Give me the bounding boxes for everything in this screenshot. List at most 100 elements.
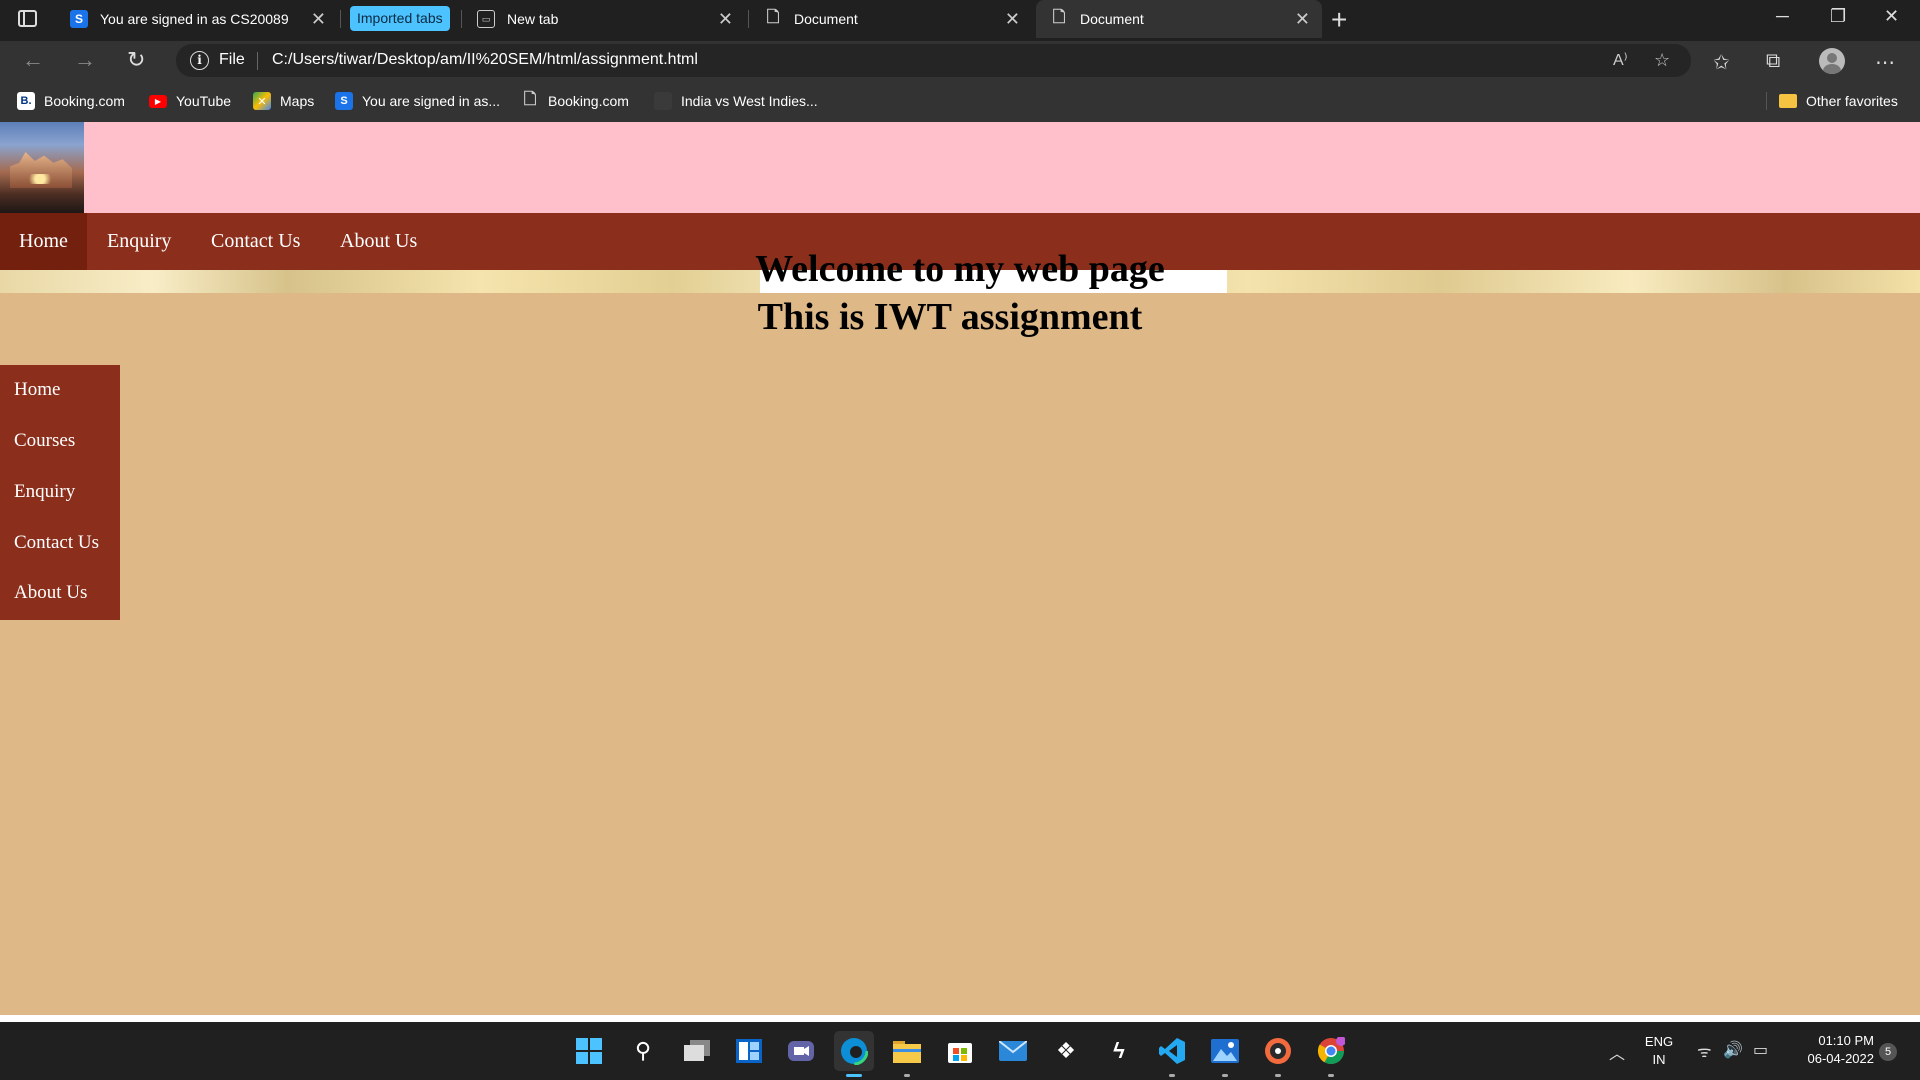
- more-menu-icon[interactable]: ⋯: [1875, 50, 1895, 75]
- other-favorites[interactable]: Other favorites: [1779, 91, 1898, 111]
- mail-icon[interactable]: [998, 1036, 1028, 1066]
- favorite-label: Maps: [280, 93, 315, 109]
- vscode-icon[interactable]: [1157, 1036, 1187, 1066]
- favorite-booking[interactable]: B. Booking.com: [17, 91, 125, 111]
- assignment-heading: This is IWT assignment: [757, 296, 1143, 338]
- close-icon[interactable]: ✕: [1295, 9, 1310, 29]
- top-nav-enquiry[interactable]: Enquiry: [88, 213, 190, 270]
- folder-icon: [1779, 94, 1797, 108]
- region-code: IN: [1652, 1052, 1666, 1067]
- url-separator: [257, 52, 258, 70]
- s-logo-icon: S: [335, 92, 353, 110]
- battery-icon[interactable]: ▭: [1753, 1040, 1768, 1060]
- close-icon[interactable]: ✕: [311, 9, 326, 29]
- tab-strip: S You are signed in as CS20089 ✕ Importe…: [0, 0, 1920, 41]
- address-toolbar: ← → ↻ i File C:/Users/tiwar/Desktop/am/I…: [0, 41, 1920, 80]
- top-nav-about-us[interactable]: About Us: [321, 213, 436, 270]
- edge-browser-icon[interactable]: [834, 1031, 874, 1071]
- side-nav-courses[interactable]: Courses: [14, 430, 75, 452]
- taskbar: ⚲ ❖ ϟ ︿ ENG IN ᯤ 🔊 ▭ 01:10 PM 06-04-2022…: [0, 1022, 1920, 1080]
- web-page: Home Enquiry Contact Us About Us Welcome…: [0, 122, 1920, 1015]
- minimize-icon[interactable]: ─: [1776, 6, 1789, 27]
- tab-title: New tab: [507, 11, 559, 27]
- wifi-icon[interactable]: ᯤ: [1697, 1040, 1712, 1062]
- search-icon[interactable]: ⚲: [628, 1036, 658, 1066]
- side-nav-enquiry[interactable]: Enquiry: [14, 481, 75, 503]
- add-favorite-icon[interactable]: ☆: [1654, 50, 1670, 71]
- media-player-icon[interactable]: [1263, 1036, 1293, 1066]
- windows-start-icon[interactable]: [574, 1036, 604, 1066]
- welcome-heading: Welcome to my web page: [755, 248, 1165, 290]
- clock[interactable]: 01:10 PM 06-04-2022: [1788, 1032, 1875, 1068]
- running-app-indicator: [1328, 1074, 1334, 1077]
- notification-badge[interactable]: 5: [1879, 1043, 1897, 1061]
- close-icon[interactable]: ✕: [718, 9, 733, 29]
- youtube-icon: ▶: [149, 94, 167, 108]
- page-header: [0, 122, 1920, 213]
- read-aloud-icon[interactable]: A⁾: [1613, 50, 1628, 70]
- favorite-booking-2[interactable]: 🗋 Booking.com: [521, 91, 629, 111]
- tab-signed-in[interactable]: S You are signed in as CS20089 ✕: [56, 0, 338, 38]
- tab-title: Document: [794, 11, 858, 27]
- side-nav-contact-us[interactable]: Contact Us: [14, 532, 99, 554]
- favorites-icon[interactable]: ✩: [1713, 50, 1730, 75]
- dropbox-icon[interactable]: ❖: [1051, 1036, 1081, 1066]
- forward-arrow-icon[interactable]: →: [74, 47, 96, 73]
- tab-document[interactable]: 🗋 Document ✕: [750, 0, 1032, 38]
- side-nav-home[interactable]: Home: [14, 379, 60, 401]
- favorite-signed-in[interactable]: S You are signed in as...: [335, 91, 500, 111]
- task-view-icon[interactable]: [682, 1036, 712, 1066]
- url-text[interactable]: C:/Users/tiwar/Desktop/am/II%20SEM/html/…: [272, 51, 698, 69]
- file-explorer-icon[interactable]: [892, 1036, 922, 1066]
- show-hidden-icons-chevron-icon[interactable]: ︿: [1609, 1040, 1625, 1064]
- address-bar[interactable]: i File C:/Users/tiwar/Desktop/am/II%20SE…: [176, 44, 1691, 77]
- microsoft-store-icon[interactable]: [945, 1036, 975, 1066]
- clock-time: 01:10 PM: [1818, 1033, 1874, 1048]
- tab-separator: [461, 10, 462, 28]
- top-nav-contact-us[interactable]: Contact Us: [192, 213, 319, 270]
- favorite-youtube[interactable]: ▶ YouTube: [149, 91, 231, 111]
- favorite-label: India vs West Indies...: [681, 93, 818, 109]
- volume-icon[interactable]: 🔊: [1723, 1040, 1743, 1060]
- tab-new-tab[interactable]: ▭ New tab ✕: [463, 0, 745, 38]
- chrome-icon[interactable]: [1316, 1036, 1346, 1066]
- language-indicator[interactable]: ENG IN: [1644, 1033, 1674, 1069]
- other-favorites-label: Other favorites: [1806, 93, 1898, 109]
- language-code: ENG: [1644, 1034, 1674, 1049]
- info-icon[interactable]: i: [190, 51, 209, 70]
- tab-actions-icon[interactable]: [18, 10, 37, 27]
- favorite-label: Booking.com: [44, 93, 125, 109]
- favorite-label: Booking.com: [548, 93, 629, 109]
- back-arrow-icon[interactable]: ←: [22, 47, 44, 73]
- restore-icon[interactable]: ❐: [1830, 6, 1846, 27]
- running-app-indicator: [1169, 1074, 1175, 1077]
- document-icon: 🗋: [766, 8, 780, 26]
- favorite-label: You are signed in as...: [362, 93, 501, 109]
- close-icon[interactable]: ✕: [1005, 9, 1020, 29]
- teams-chat-icon[interactable]: [786, 1036, 816, 1066]
- collections-icon[interactable]: ⧉: [1766, 50, 1780, 73]
- active-app-indicator: [846, 1074, 862, 1077]
- photos-icon[interactable]: [1210, 1036, 1240, 1066]
- app-bolt-icon[interactable]: ϟ: [1104, 1036, 1134, 1066]
- running-app-indicator: [1222, 1074, 1228, 1077]
- refresh-icon[interactable]: ↻: [127, 47, 145, 73]
- s-logo-icon: S: [70, 10, 88, 28]
- tab-separator: [748, 10, 749, 28]
- side-nav-about-us[interactable]: About Us: [14, 582, 87, 604]
- tab-title: You are signed in as CS20089: [100, 11, 289, 27]
- window-close-icon[interactable]: ✕: [1884, 6, 1899, 27]
- widgets-icon[interactable]: [734, 1036, 764, 1066]
- scheme-label: File: [219, 51, 245, 68]
- favorite-maps[interactable]: ✕ Maps: [253, 91, 314, 111]
- imported-tabs-group[interactable]: Imported tabs: [350, 6, 450, 31]
- top-nav-home[interactable]: Home: [0, 213, 87, 270]
- tab-document-active[interactable]: 🗋 Document ✕: [1036, 0, 1322, 38]
- new-tab-plus-icon[interactable]: +: [1331, 4, 1347, 36]
- page-bottom-edge: [0, 1015, 1920, 1022]
- new-tab-icon: ▭: [477, 10, 495, 28]
- favorite-india-wi[interactable]: India vs West Indies...: [654, 91, 818, 111]
- profile-avatar[interactable]: [1819, 48, 1845, 74]
- tab-separator: [340, 10, 341, 28]
- running-app-indicator: [904, 1074, 910, 1077]
